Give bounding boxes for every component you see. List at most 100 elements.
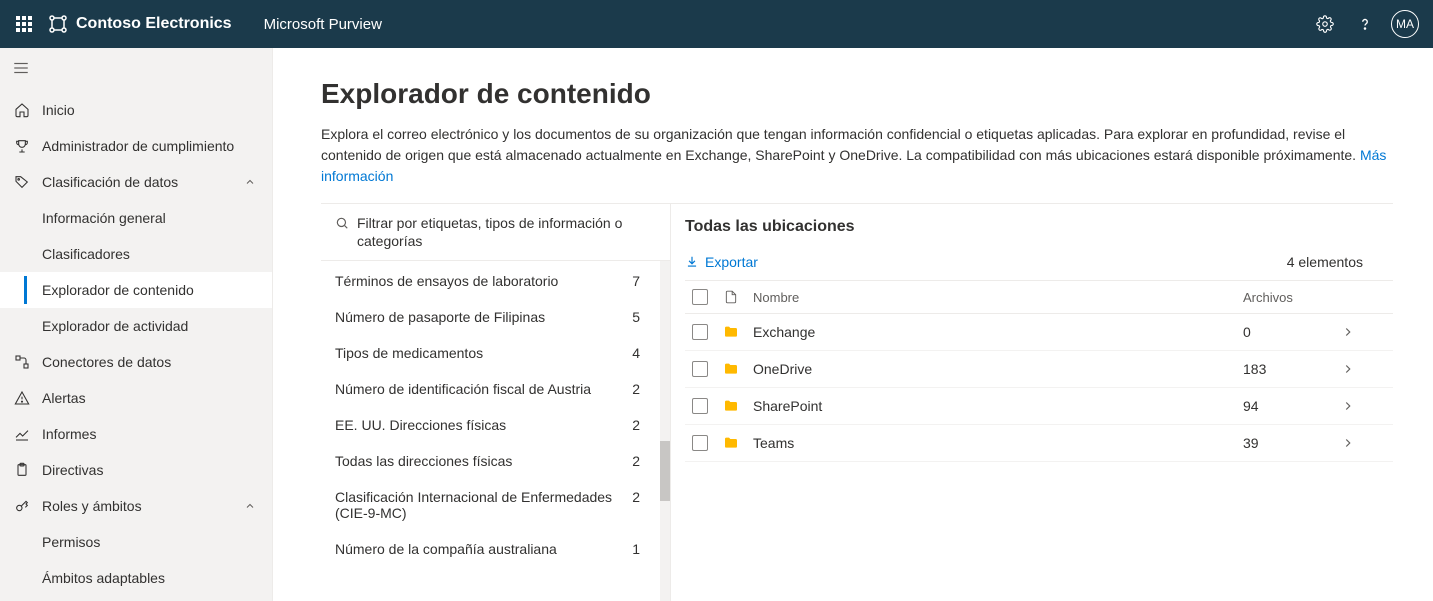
- help-button[interactable]: [1345, 0, 1385, 48]
- classifier-count: 5: [632, 309, 640, 325]
- classifier-row[interactable]: Todas las direcciones físicas2: [321, 443, 670, 479]
- location-name: Teams: [747, 435, 1243, 451]
- classifier-row[interactable]: Número de pasaporte de Filipinas5: [321, 299, 670, 335]
- location-row[interactable]: Teams 39: [685, 425, 1393, 462]
- sidebar-item-data-connectors[interactable]: Conectores de datos: [0, 344, 272, 380]
- sidebar-item-label: Conectores de datos: [42, 354, 272, 370]
- sidebar-item-home[interactable]: Inicio: [0, 92, 272, 128]
- sidebar-item-label: Permisos: [42, 534, 272, 550]
- main-content: Explorador de contenido Explora el corre…: [273, 48, 1433, 601]
- sidebar-item-reports[interactable]: Informes: [0, 416, 272, 452]
- classifier-label: Tipos de medicamentos: [335, 345, 632, 361]
- folder-icon: [715, 435, 747, 451]
- column-header-files[interactable]: Archivos: [1243, 290, 1333, 305]
- classifier-label: Número de identificación fiscal de Austr…: [335, 381, 632, 397]
- location-row[interactable]: SharePoint 94: [685, 388, 1393, 425]
- brand-icon: [48, 14, 68, 34]
- classifier-count: 2: [632, 453, 640, 469]
- row-checkbox[interactable]: [692, 435, 708, 451]
- sidebar-item-label: Administrador de cumplimiento: [42, 138, 272, 154]
- avatar[interactable]: MA: [1391, 10, 1419, 38]
- gear-icon: [1316, 15, 1334, 33]
- sidebar: Inicio Administrador de cumplimiento Cla…: [0, 48, 273, 601]
- folder-icon: [715, 361, 747, 377]
- row-checkbox[interactable]: [692, 361, 708, 377]
- classifier-row[interactable]: Términos de ensayos de laboratorio7: [321, 263, 670, 299]
- sidebar-item-adaptive-scopes[interactable]: Ámbitos adaptables: [0, 560, 272, 596]
- chevron-right-icon[interactable]: [1333, 362, 1363, 376]
- settings-button[interactable]: [1305, 0, 1345, 48]
- sidebar-item-data-classification[interactable]: Clasificación de datos: [0, 164, 272, 200]
- alert-icon: [12, 388, 32, 408]
- chevron-right-icon[interactable]: [1333, 325, 1363, 339]
- column-header-name[interactable]: Nombre: [747, 290, 1243, 305]
- row-checkbox[interactable]: [692, 398, 708, 414]
- sidebar-item-content-explorer[interactable]: Explorador de contenido: [0, 272, 272, 308]
- classifier-row[interactable]: Clasificación Internacional de Enfermeda…: [321, 479, 670, 531]
- help-icon: [1356, 15, 1374, 33]
- download-icon: [685, 255, 699, 269]
- classifier-row[interactable]: EE. UU. Direcciones físicas2: [321, 407, 670, 443]
- sidebar-item-label: Inicio: [42, 102, 272, 118]
- folder-icon: [715, 398, 747, 414]
- classifier-pane: Filtrar por etiquetas, tipos de informac…: [321, 204, 671, 601]
- chevron-right-icon[interactable]: [1333, 399, 1363, 413]
- classifier-label: Clasificación Internacional de Enfermeda…: [335, 489, 632, 521]
- classifier-row[interactable]: Número de la compañía australiana1: [321, 531, 670, 567]
- classifier-label: Todas las direcciones físicas: [335, 453, 632, 469]
- sidebar-item-label: Ámbitos adaptables: [42, 570, 272, 586]
- select-all-checkbox[interactable]: [692, 289, 708, 305]
- brand-name[interactable]: Contoso Electronics: [76, 15, 232, 33]
- folder-icon: [715, 324, 747, 340]
- waffle-icon: [16, 16, 32, 32]
- classifier-label: EE. UU. Direcciones físicas: [335, 417, 632, 433]
- scrollbar-thumb[interactable]: [660, 441, 670, 501]
- key-icon: [12, 496, 32, 516]
- location-row[interactable]: OneDrive 183: [685, 351, 1393, 388]
- classifier-list[interactable]: Términos de ensayos de laboratorio7Númer…: [321, 261, 670, 601]
- app-launcher-button[interactable]: [8, 8, 40, 40]
- location-name: SharePoint: [747, 398, 1243, 414]
- sidebar-item-label: Informes: [42, 426, 272, 442]
- location-row[interactable]: Exchange 0: [685, 314, 1393, 351]
- tag-icon: [12, 172, 32, 192]
- classifier-count: 2: [632, 417, 640, 433]
- classifier-count: 2: [632, 489, 640, 505]
- sidebar-item-label: Directivas: [42, 462, 272, 478]
- sidebar-item-compliance-manager[interactable]: Administrador de cumplimiento: [0, 128, 272, 164]
- sidebar-item-label: Clasificación de datos: [42, 174, 242, 190]
- location-files: 183: [1243, 361, 1333, 377]
- location-files: 94: [1243, 398, 1333, 414]
- locations-pane: Todas las ubicaciones Exportar 4 element…: [671, 204, 1393, 601]
- classifier-count: 1: [632, 541, 640, 557]
- classifier-row[interactable]: Tipos de medicamentos4: [321, 335, 670, 371]
- sidebar-item-classifiers[interactable]: Clasificadores: [0, 236, 272, 272]
- filter-input[interactable]: Filtrar por etiquetas, tipos de informac…: [321, 204, 670, 261]
- sidebar-item-policies[interactable]: Directivas: [0, 452, 272, 488]
- sidebar-item-label: Explorador de actividad: [42, 318, 272, 334]
- filter-placeholder: Filtrar por etiquetas, tipos de informac…: [357, 214, 660, 250]
- page-title: Explorador de contenido: [321, 78, 1393, 110]
- hamburger-icon: [12, 59, 30, 77]
- sidebar-item-label: Roles y ámbitos: [42, 498, 242, 514]
- sidebar-item-activity-explorer[interactable]: Explorador de actividad: [0, 308, 272, 344]
- export-button[interactable]: Exportar: [685, 254, 758, 270]
- sidebar-item-roles-scopes[interactable]: Roles y ámbitos: [0, 488, 272, 524]
- sidebar-item-overview[interactable]: Información general: [0, 200, 272, 236]
- search-icon: [335, 216, 349, 233]
- row-checkbox[interactable]: [692, 324, 708, 340]
- nav: Inicio Administrador de cumplimiento Cla…: [0, 88, 272, 601]
- top-header: Contoso Electronics Microsoft Purview MA: [0, 0, 1433, 48]
- sidebar-toggle-button[interactable]: [0, 48, 272, 88]
- classifier-row[interactable]: Número de identificación fiscal de Austr…: [321, 371, 670, 407]
- sidebar-item-alerts[interactable]: Alertas: [0, 380, 272, 416]
- connector-icon: [12, 352, 32, 372]
- chevron-up-icon: [242, 498, 258, 514]
- product-name: Microsoft Purview: [264, 16, 382, 33]
- classifier-label: Número de pasaporte de Filipinas: [335, 309, 632, 325]
- sidebar-item-permissions[interactable]: Permisos: [0, 524, 272, 560]
- chevron-right-icon[interactable]: [1333, 436, 1363, 450]
- sidebar-item-label: Información general: [42, 210, 272, 226]
- scrollbar[interactable]: [660, 261, 670, 601]
- location-name: OneDrive: [747, 361, 1243, 377]
